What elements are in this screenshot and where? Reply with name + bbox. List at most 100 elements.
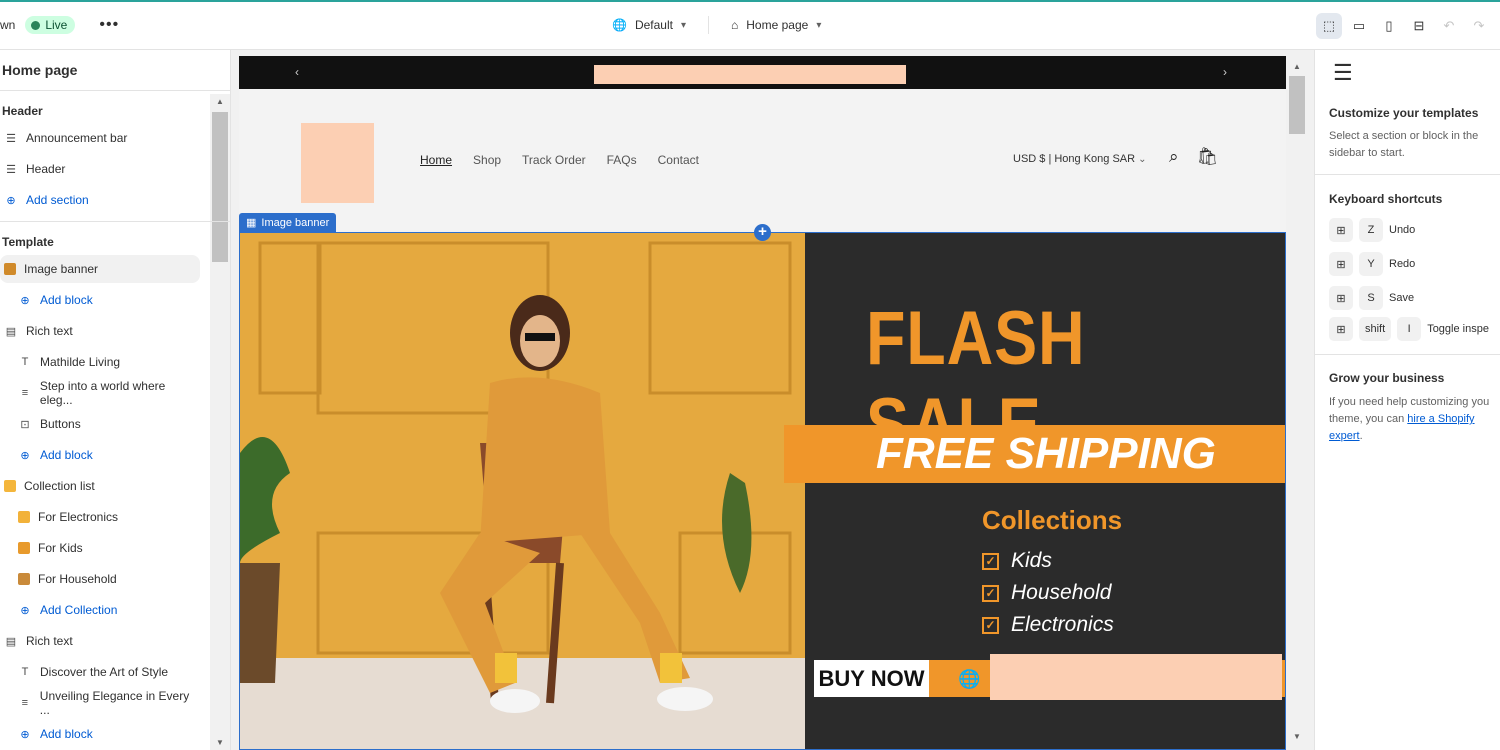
add-section-plus-icon[interactable]: + [754, 224, 771, 241]
inspector-toggle-icon[interactable]: ⬚ [1316, 13, 1342, 39]
add-circle-icon: ⊕ [20, 728, 30, 741]
preview-scrollbar-track[interactable] [1287, 56, 1307, 750]
command-key-icon: ⊞ [1329, 286, 1353, 310]
chevron-down-icon: ⌄ [1138, 154, 1147, 165]
add-block-button[interactable]: ⊕ Add block [0, 720, 200, 748]
block-heading[interactable]: T Discover the Art of Style [0, 658, 200, 686]
sidebar-item-rich-text-2[interactable]: ▤ Rich text [0, 627, 200, 655]
top-bar: wn Live ••• 🌐 Default ▾ ⌂ Home page ▾ ⬚ … [0, 0, 1500, 50]
block-collection-household[interactable]: For Household [0, 565, 200, 593]
shortcut-undo: ⊞ Z Undo [1329, 218, 1415, 242]
globe-icon: 🌐 [612, 18, 627, 32]
group-template-title: Template [2, 235, 54, 249]
divider [708, 16, 710, 34]
divider [1315, 174, 1500, 175]
sidebar-item-announcement-bar[interactable]: ☰ Announcement bar [0, 124, 200, 152]
currency-selector[interactable]: USD $ | Hong Kong SAR ⌄ [1013, 153, 1147, 165]
template-selectors: 🌐 Default ▾ ⌂ Home page ▾ [612, 16, 821, 34]
section-icon: ☰ [6, 163, 16, 176]
section-icon: ▤ [5, 635, 17, 648]
more-actions-button[interactable]: ••• [99, 16, 119, 34]
collection-thumb-icon [18, 573, 30, 585]
page-select[interactable]: ⌂ Home page ▾ [731, 18, 821, 32]
buy-now-button[interactable]: BUY NOW [814, 660, 929, 697]
live-badge: Live [25, 16, 76, 34]
sidebar-title: Home page [2, 62, 78, 78]
fullscreen-icon[interactable]: ⊟ [1406, 13, 1432, 39]
command-key-icon: ⊞ [1329, 317, 1353, 341]
sidebar-item-header[interactable]: ☰ Header [0, 155, 200, 183]
preview-canvas[interactable]: ‹ › Home Shop Track Order FAQs Contact U… [239, 56, 1286, 750]
preview-scrollbar-thumb[interactable] [1289, 76, 1305, 134]
add-section-button[interactable]: ⊕ Add section [0, 186, 200, 214]
block-paragraph[interactable]: ≡ Step into a world where eleg... [0, 379, 200, 407]
scroll-down-icon[interactable]: ▼ [1293, 732, 1301, 741]
section-badge: ▦ Image banner [239, 213, 337, 232]
checkbox-icon: ✓ [982, 552, 999, 570]
checkbox-icon: ✓ [982, 616, 999, 634]
add-block-button[interactable]: ⊕ Add block [0, 286, 200, 314]
block-collection-electronics[interactable]: For Electronics [0, 503, 200, 531]
block-buttons[interactable]: ⊡ Buttons [0, 410, 200, 438]
nav-link-home[interactable]: Home [420, 153, 452, 167]
divider [0, 221, 230, 222]
scrollbar-thumb[interactable] [212, 112, 228, 262]
templates-icon: ☰ [1333, 60, 1353, 85]
block-heading[interactable]: T Mathilde Living [0, 348, 200, 376]
block-paragraph[interactable]: ≡ Unveiling Elegance in Every ... [0, 689, 200, 717]
section-icon: ▤ [5, 325, 17, 338]
announcement-bar[interactable]: ‹ › [239, 56, 1286, 89]
sidebar-item-collection-list[interactable]: Collection list [0, 472, 200, 500]
banner-collection-item: ✓ Household [982, 581, 1111, 605]
divider [1315, 354, 1500, 355]
section-icon: ▦ [246, 217, 257, 229]
grow-text: If you need help customizing you theme, y… [1329, 396, 1490, 442]
store-header[interactable]: Home Shop Track Order FAQs Contact USD $… [239, 89, 1286, 233]
scroll-up-icon[interactable]: ▲ [1293, 62, 1301, 71]
block-collection-kids[interactable]: For Kids [0, 534, 200, 562]
redacted-announcement [594, 65, 906, 84]
store-logo[interactable] [301, 123, 374, 203]
sidebar-item-image-banner[interactable]: Image banner [0, 255, 200, 283]
nav-link-faqs[interactable]: FAQs [607, 153, 637, 167]
collection-list-thumb-icon [4, 480, 16, 492]
desktop-view-icon[interactable]: ▭ [1346, 13, 1372, 39]
cart-icon[interactable]: 🛍 [1197, 147, 1219, 167]
scroll-up-icon[interactable]: ▲ [216, 97, 224, 106]
nav-link-contact[interactable]: Contact [658, 153, 699, 167]
add-block-button[interactable]: ⊕ Add block [0, 441, 200, 469]
nav-link-track-order[interactable]: Track Order [522, 153, 586, 167]
redo-icon[interactable]: ↷ [1466, 13, 1492, 39]
chevron-down-icon: ▾ [680, 19, 687, 31]
theme-select[interactable]: 🌐 Default ▾ [612, 18, 686, 32]
store-nav: Home Shop Track Order FAQs Contact [420, 153, 699, 167]
inspector-panel: ☰ Customize your templates Select a sect… [1314, 50, 1500, 750]
chevron-down-icon: ▾ [816, 19, 822, 31]
shortcut-save: ⊞ S Save [1329, 286, 1414, 310]
section-icon: ☰ [6, 132, 16, 145]
search-icon[interactable]: ⌕ [1169, 147, 1179, 167]
image-banner[interactable]: FLASH SALE FREE SHIPPING Collections ✓Ki… [239, 232, 1286, 750]
mobile-view-icon[interactable]: ▯ [1376, 13, 1402, 39]
scroll-down-icon[interactable]: ▼ [216, 738, 224, 747]
sidebar-item-rich-text[interactable]: ▤ Rich text [0, 317, 200, 345]
banner-collections-title: Collections [982, 505, 1123, 535]
shortcut-toggle-inspector: ⊞ shift I Toggle inspe [1329, 317, 1489, 341]
undo-icon[interactable]: ↶ [1436, 13, 1462, 39]
group-header-title: Header [2, 104, 43, 118]
shortcut-redo: ⊞ Y Redo [1329, 252, 1415, 276]
nav-link-shop[interactable]: Shop [473, 153, 501, 167]
add-collection-button[interactable]: ⊕ Add Collection [0, 596, 200, 624]
button-icon: ⊡ [20, 418, 30, 431]
chevron-right-icon[interactable]: › [1223, 65, 1227, 79]
collection-thumb-icon [18, 511, 30, 523]
banner-photo [240, 233, 815, 749]
add-circle-icon: ⊕ [20, 449, 30, 462]
add-circle-icon: ⊕ [20, 294, 30, 307]
paragraph-icon: ≡ [21, 387, 29, 399]
divider [0, 90, 230, 91]
text-icon: T [21, 356, 29, 368]
grow-title: Grow your business [1329, 371, 1445, 385]
chevron-left-icon[interactable]: ‹ [295, 65, 299, 79]
theme-status: wn Live ••• [0, 16, 119, 34]
